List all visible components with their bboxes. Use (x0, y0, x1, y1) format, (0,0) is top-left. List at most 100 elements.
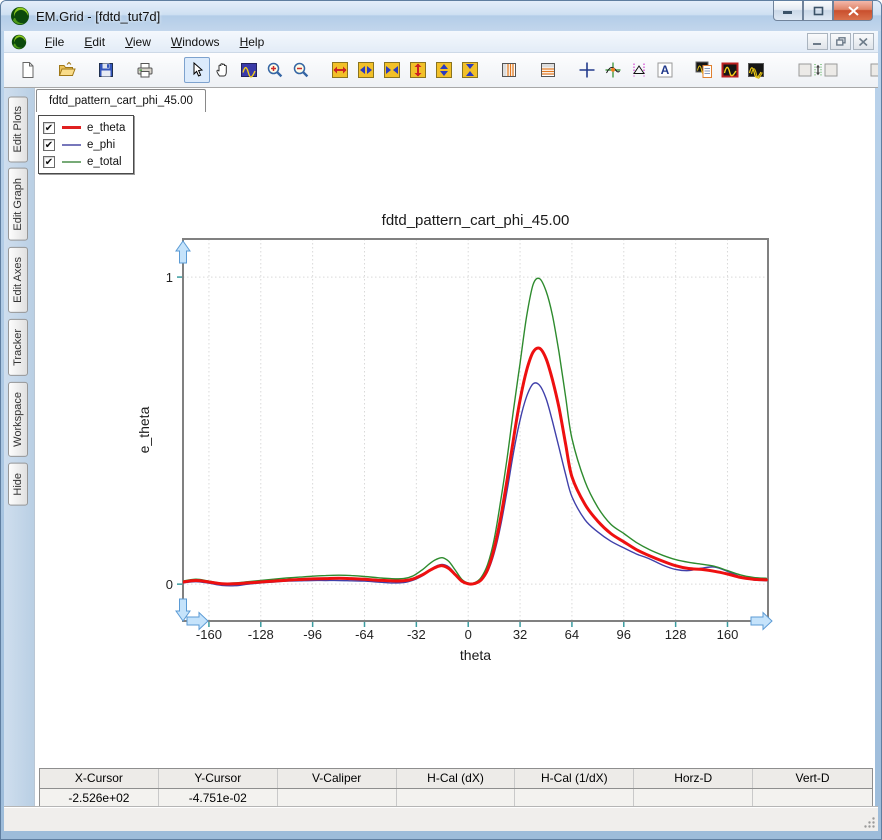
plot-with-legend-button[interactable] (691, 57, 717, 83)
close-icon (848, 6, 859, 16)
readout-header-h-cal-1-dx-: H-Cal (1/dX) (515, 769, 634, 788)
document-page: fdtd_pattern_cart_phi_45.00 -160-128-96-… (34, 88, 875, 807)
plot-canvas: -160-128-96-64-32032649612816001 fdtd_pa… (35, 112, 878, 762)
legend-line-sample-e_total (62, 161, 81, 163)
zoom-out-button[interactable] (288, 57, 314, 83)
zoom-to-fit-button[interactable] (236, 57, 262, 83)
open-file-button[interactable] (54, 57, 80, 83)
menu-view[interactable]: View (115, 33, 161, 51)
readout-value-horz-d (634, 789, 753, 808)
legend-checkbox-e_phi[interactable]: ✔ (43, 139, 55, 151)
shrink-x-button[interactable] (379, 57, 405, 83)
mdi-minimize-button[interactable] (807, 33, 828, 50)
x-tick-label-160: 160 (717, 627, 739, 642)
zoom-in-button[interactable] (262, 57, 288, 83)
mdi-restore-button[interactable] (830, 33, 851, 50)
sidebar-tab-edit-graph[interactable]: Edit Graph (8, 168, 28, 241)
stretch-y-button[interactable] (431, 57, 457, 83)
plot-gridlines (183, 239, 768, 621)
minimize-icon (782, 6, 794, 15)
match-vertical-scales-button[interactable] (795, 57, 841, 83)
plot-title: fdtd_pattern_cart_phi_45.00 (382, 212, 570, 229)
y-axis-top-handle[interactable] (176, 241, 190, 263)
save-button[interactable] (93, 57, 119, 83)
multi-plot-button[interactable] (743, 57, 769, 83)
x-tick-label-96: 96 (617, 627, 631, 642)
menu-help[interactable]: Help (230, 33, 275, 51)
sidebar-tab-hide[interactable]: Hide (8, 463, 28, 506)
legend-line-sample-e_phi (62, 144, 81, 146)
close-button[interactable] (833, 1, 873, 21)
plot-area[interactable]: -160-128-96-64-32032649612816001 fdtd_pa… (35, 112, 878, 762)
toolbar: A Layout (4, 53, 878, 88)
single-plot-button[interactable] (717, 57, 743, 83)
readout-header-vert-d: Vert-D (753, 769, 872, 788)
caliper-button[interactable] (626, 57, 652, 83)
minimize-button[interactable] (773, 1, 803, 21)
select-cursor-button[interactable] (184, 57, 210, 83)
match-horizontal-scales-button[interactable] (867, 57, 878, 83)
legend-label-e_phi: e_phi (87, 139, 115, 151)
readout-value-row: -2.526e+02-4.751e-02 (40, 788, 872, 808)
crosshair-button[interactable] (574, 57, 600, 83)
sidebar-tab-workspace[interactable]: Workspace (8, 382, 28, 457)
app-logo-icon (10, 6, 30, 26)
x-tick-label--96: -96 (303, 627, 322, 642)
menu-edit[interactable]: Edit (74, 33, 115, 51)
menu-windows[interactable]: Windows (161, 33, 230, 51)
mdi-minimize-icon (813, 38, 822, 46)
print-button[interactable] (132, 57, 158, 83)
readout-header-horz-d: Horz-D (634, 769, 753, 788)
y-tick-label-1: 1 (166, 270, 173, 285)
mdi-close-button[interactable] (853, 33, 874, 50)
curve-e_theta (183, 348, 766, 584)
x-tick-label-128: 128 (665, 627, 687, 642)
expand-y-scale-button[interactable] (405, 57, 431, 83)
menu-file[interactable]: File (35, 33, 74, 51)
document-icon (11, 34, 27, 50)
x-axis-label: theta (460, 647, 491, 663)
vertical-gridlines-button[interactable] (496, 57, 522, 83)
legend-checkbox-e_total[interactable]: ✔ (43, 156, 55, 168)
plot-legend[interactable]: ✔ e_theta ✔ e_phi ✔ e_total (38, 115, 134, 174)
legend-item-e_phi: ✔ e_phi (43, 136, 125, 153)
readout-value-h-cal-1-dx- (515, 789, 634, 808)
status-bar (4, 807, 878, 831)
document-tab[interactable]: fdtd_pattern_cart_phi_45.00 (36, 89, 206, 112)
curve-e_total (183, 278, 766, 583)
legend-label-e_total: e_total (87, 156, 122, 168)
menu-bar: FileEditViewWindowsHelp (4, 31, 878, 53)
legend-checkbox-e_theta[interactable]: ✔ (43, 122, 55, 134)
add-text-button[interactable]: A (652, 57, 678, 83)
tracker-button[interactable] (600, 57, 626, 83)
mdi-close-icon (859, 38, 868, 46)
sidebar-tab-tracker[interactable]: Tracker (8, 319, 28, 376)
app-window: EM.Grid - [fdtd_tut7d] FileEditViewWindo… (0, 0, 882, 840)
axis-handles (176, 241, 772, 630)
readout-value-vert-d (753, 789, 872, 808)
readout-header-x-cursor: X-Cursor (40, 769, 159, 788)
document-tab-label: fdtd_pattern_cart_phi_45.00 (49, 95, 193, 107)
readout-header-v-caliper: V-Caliper (278, 769, 397, 788)
expand-x-scale-button[interactable] (327, 57, 353, 83)
horizontal-gridlines-button[interactable] (535, 57, 561, 83)
restore-button[interactable] (803, 1, 833, 21)
stretch-x-button[interactable] (353, 57, 379, 83)
readout-value-x-cursor: -2.526e+02 (40, 789, 159, 808)
x-tick-label-64: 64 (565, 627, 579, 642)
x-tick-label-32: 32 (513, 627, 527, 642)
title-bar: EM.Grid - [fdtd_tut7d] (1, 1, 881, 31)
pan-hand-button[interactable] (210, 57, 236, 83)
axis-ticks: -160-128-96-64-32032649612816001 (166, 270, 739, 642)
readout-value-v-caliper (278, 789, 397, 808)
legend-label-e_theta: e_theta (87, 122, 125, 134)
curve-e_phi (183, 383, 766, 586)
sidebar-tab-edit-axes[interactable]: Edit Axes (8, 247, 28, 313)
legend-item-e_theta: ✔ e_theta (43, 119, 125, 136)
axis-labels: fdtd_pattern_cart_phi_45.00thetae_theta (136, 212, 569, 663)
resize-grip[interactable] (863, 816, 876, 829)
shrink-y-button[interactable] (457, 57, 483, 83)
new-file-button[interactable] (15, 57, 41, 83)
y-tick-label-0: 0 (166, 577, 173, 592)
sidebar-tab-edit-plots[interactable]: Edit Plots (8, 96, 28, 162)
